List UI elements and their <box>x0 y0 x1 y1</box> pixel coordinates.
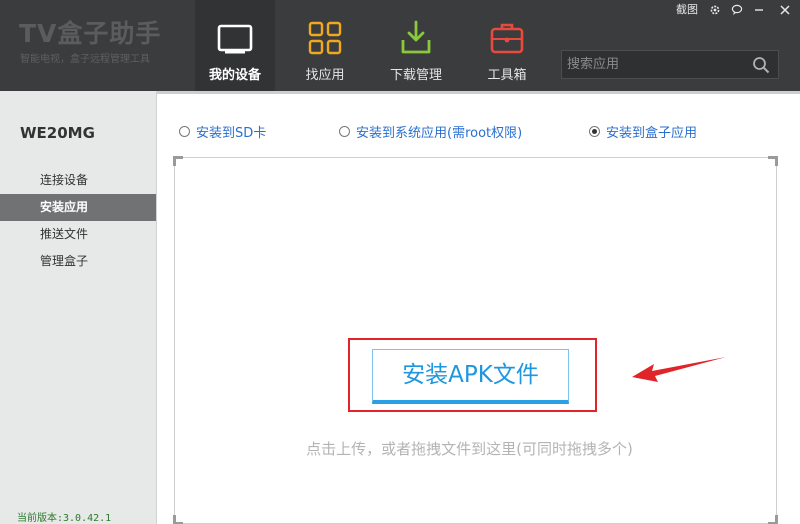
app-logo-title: TV盒子助手 <box>19 19 162 48</box>
search-box <box>561 50 779 79</box>
radio-button[interactable] <box>339 126 350 137</box>
device-name: WE20MG <box>20 124 95 142</box>
radio-install-system-app[interactable]: 安装到系统应用(需root权限) <box>339 122 522 141</box>
close-icon <box>780 5 790 15</box>
tablet-icon <box>217 24 253 54</box>
sidebar-menu: 连接设备 安装应用 推送文件 管理盒子 <box>0 167 156 275</box>
corner-mark <box>173 515 183 524</box>
toolbox-icon <box>490 23 524 54</box>
corner-mark <box>173 156 183 166</box>
sidebar-item-install-apps[interactable]: 安装应用 <box>0 194 156 221</box>
radio-install-sd-card[interactable]: 安装到SD卡 <box>179 122 266 141</box>
radio-label: 安装到系统应用(需root权限) <box>356 126 523 141</box>
drop-hint-text: 点击上传，或者拖拽文件到这里(可同时拖拽多个) <box>306 440 633 458</box>
chat-bubble-icon <box>731 4 743 15</box>
main-panel: 安装到SD卡 安装到系统应用(需root权限) 安装到盒子应用 安装APK文件 … <box>157 94 800 524</box>
minimize-icon <box>755 9 763 11</box>
annotation-arrow-icon <box>632 357 726 382</box>
radio-button[interactable] <box>179 126 190 137</box>
nav-toolbox-label: 工具箱 <box>487 68 527 83</box>
app-logo-subtitle: 智能电视，盒子远程管理工具 <box>20 54 150 65</box>
sidebar-item-push-files[interactable]: 推送文件 <box>0 221 156 248</box>
search-icon[interactable] <box>752 56 770 74</box>
sidebar-item-connect-device[interactable]: 连接设备 <box>0 167 156 194</box>
install-location-options: 安装到SD卡 安装到系统应用(需root权限) 安装到盒子应用 <box>179 122 779 141</box>
screenshot-link[interactable]: 截图 <box>670 0 704 20</box>
nav-download-manager-label: 下载管理 <box>389 68 442 83</box>
feedback-button[interactable] <box>726 0 748 20</box>
install-apk-button[interactable]: 安装APK文件 <box>372 349 569 404</box>
minimize-button[interactable] <box>748 0 770 20</box>
sidebar-item-manage-box[interactable]: 管理盒子 <box>0 248 156 275</box>
nav-find-apps[interactable]: 找应用 <box>285 0 365 91</box>
nav-toolbox[interactable]: 工具箱 <box>467 0 547 91</box>
corner-mark <box>768 515 778 524</box>
radio-install-box-app[interactable]: 安装到盒子应用 <box>589 122 697 141</box>
search-input[interactable] <box>562 51 748 78</box>
grid-icon <box>308 21 342 55</box>
header-bar: TV盒子助手 智能电视，盒子远程管理工具 我的设备 找应用 下载管理 工具箱 截… <box>0 0 800 91</box>
version-label: 当前版本:3.0.42.1 <box>17 513 112 524</box>
file-drop-zone[interactable]: 安装APK文件 点击上传，或者拖拽文件到这里(可同时拖拽多个) <box>173 156 778 524</box>
radio-button-selected[interactable] <box>589 126 600 137</box>
settings-button[interactable] <box>704 0 726 20</box>
gear-icon <box>710 5 720 15</box>
close-button[interactable] <box>770 0 800 20</box>
radio-label: 安装到SD卡 <box>196 126 267 141</box>
nav-my-devices[interactable]: 我的设备 <box>195 0 275 91</box>
window-controls: 截图 <box>670 0 800 20</box>
sidebar: WE20MG 连接设备 安装应用 推送文件 管理盒子 当前版本:3.0.42.1 <box>0 91 157 524</box>
download-icon <box>401 20 431 54</box>
nav-my-devices-label: 我的设备 <box>208 68 261 83</box>
radio-label: 安装到盒子应用 <box>606 126 698 141</box>
nav-download-manager[interactable]: 下载管理 <box>376 0 456 91</box>
corner-mark <box>768 156 778 166</box>
nav-find-apps-label: 找应用 <box>305 68 345 83</box>
